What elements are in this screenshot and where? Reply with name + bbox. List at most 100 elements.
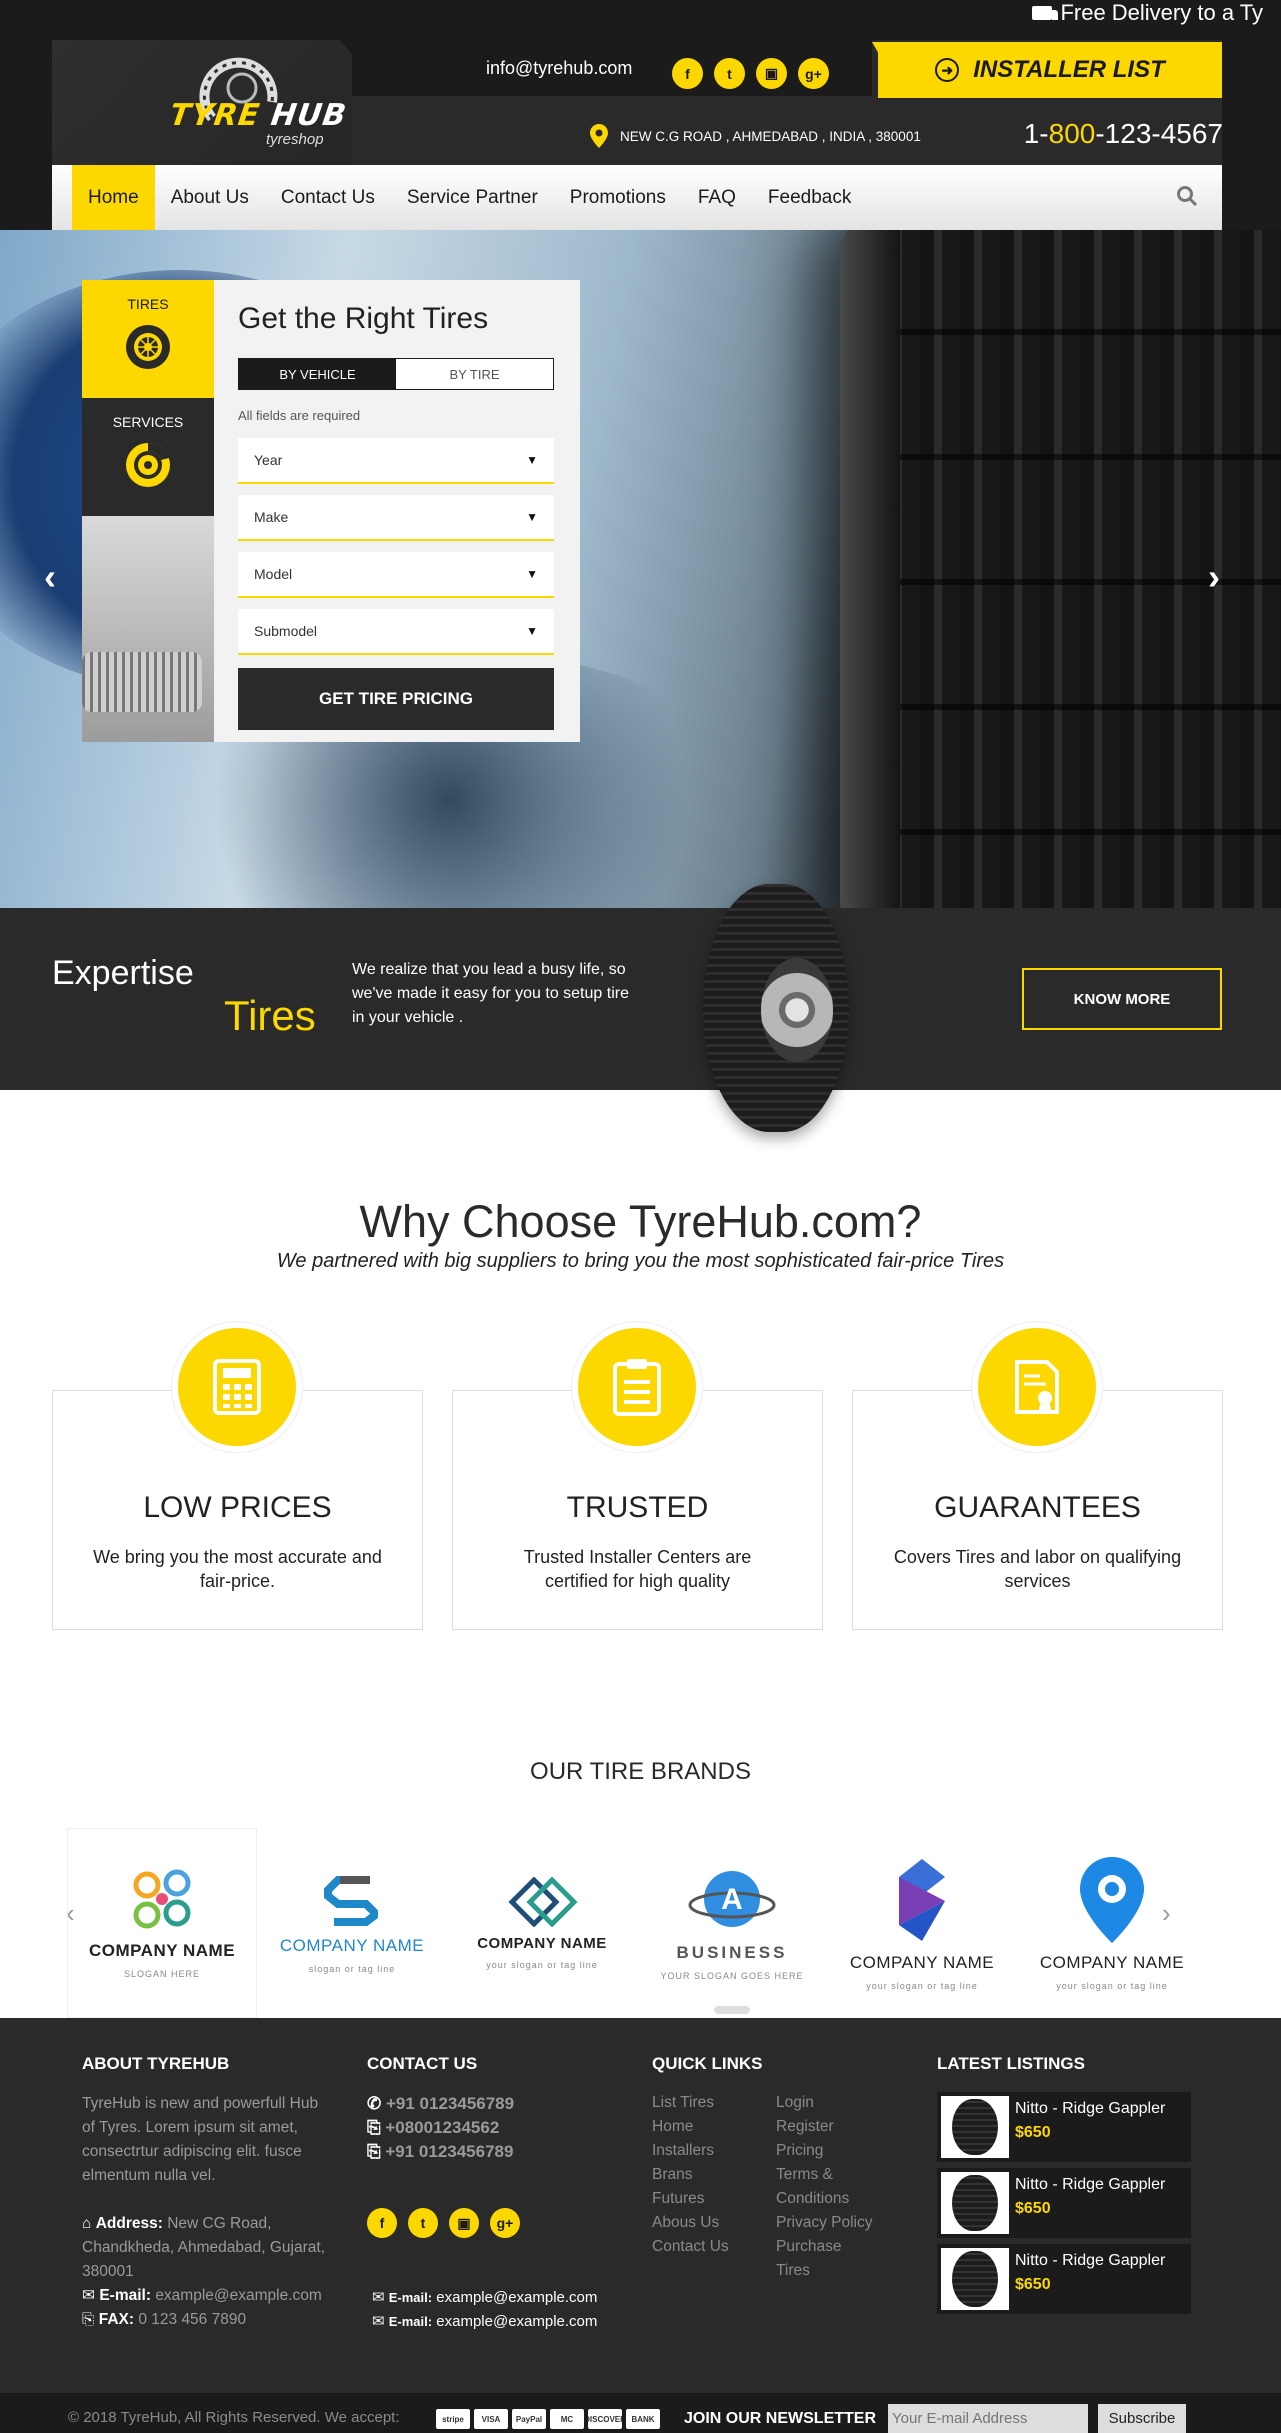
submodel-select[interactable]: Submodel ▼ (238, 609, 554, 655)
header-phone[interactable]: 1-800-123-4567 (1024, 118, 1223, 150)
year-select[interactable]: Year ▼ (238, 438, 554, 484)
footer-about-text: TyreHub is new and powerfull Hub of Tyre… (82, 2095, 319, 2184)
footer-phone[interactable]: ✆ +91 0123456789 (367, 2094, 514, 2114)
nav-item-service-partner[interactable]: Service Partner (391, 165, 554, 230)
footer-phone[interactable]: ⎘ +91 0123456789 (367, 2142, 513, 2162)
nav-item-promotions[interactable]: Promotions (554, 165, 682, 230)
footer-link-contact-us[interactable]: Contact Us (652, 2238, 729, 2256)
know-more-button[interactable]: KNOW MORE (1022, 968, 1222, 1030)
footer-social-links: f t ▣ g+ (367, 2208, 520, 2238)
get-tire-pricing-button[interactable]: GET TIRE PRICING (238, 668, 554, 730)
bank-card-icon: BANK (626, 2409, 660, 2429)
model-select-value: Model (254, 566, 293, 582)
instagram-icon[interactable]: ▣ (756, 58, 787, 89)
nav-item-contact-us[interactable]: Contact Us (265, 165, 391, 230)
tab-tires[interactable]: TIRES (82, 280, 214, 398)
brand-slogan: slogan or tag line (308, 1964, 396, 1974)
phone-icon: ✆ (367, 2094, 382, 2113)
footer-link-tires[interactable]: Tires (776, 2262, 810, 2280)
fax-icon: ⎘ (82, 2311, 95, 2328)
svg-text:A: A (721, 1883, 743, 1916)
header-email[interactable]: info@tyrehub.com (486, 58, 632, 79)
footer-link-privacy-policy[interactable]: Privacy Policy (776, 2214, 872, 2232)
main-nav: Home About Us Contact Us Service Partner… (52, 165, 1222, 230)
brand-logo[interactable]: COMPANY NAME slogan or tag line (257, 1828, 447, 2018)
slider-prev-icon[interactable]: ‹ (44, 556, 56, 598)
nav-item-home[interactable]: Home (72, 165, 155, 230)
newsletter-email-input[interactable] (888, 2404, 1088, 2433)
listing-item[interactable]: Nitto - Ridge Gappler $650 (937, 2244, 1191, 2314)
footer-link-about-us[interactable]: Abous Us (652, 2214, 719, 2232)
nav-item-about-us[interactable]: About Us (155, 165, 265, 230)
footer-link-login[interactable]: Login (776, 2094, 814, 2112)
footer-phone[interactable]: ⎘ +08001234562 (367, 2118, 499, 2138)
footer-links-title: QUICK LINKS (652, 2054, 763, 2073)
google-plus-icon[interactable]: g+ (490, 2208, 520, 2238)
footer-link-futures[interactable]: Futures (652, 2190, 705, 2208)
nav-items: Home About Us Contact Us Service Partner… (72, 165, 867, 230)
footer-link-brands[interactable]: Brans (652, 2166, 693, 2184)
feature-text: Covers Tires and labor on qualifying ser… (893, 1547, 1182, 1591)
email-label: E-mail: (388, 2290, 433, 2305)
tire-icon (126, 325, 170, 369)
footer-link-register[interactable]: Register (776, 2118, 834, 2136)
brand-logo[interactable]: COMPANY NAME your slogan or tag line (827, 1828, 1017, 2018)
listing-item[interactable]: Nitto - Ridge Gappler $650 (937, 2168, 1191, 2238)
footer-link-pricing[interactable]: Pricing (776, 2142, 823, 2160)
address-label: Address: (95, 2215, 163, 2232)
footer-link-purchase[interactable]: Purchase (776, 2238, 841, 2256)
nav-item-feedback[interactable]: Feedback (752, 165, 867, 230)
brand-logo[interactable]: A BUSINESS YOUR SLOGAN GOES HERE (637, 1828, 827, 2018)
model-select[interactable]: Model ▼ (238, 552, 554, 598)
tyre-image (952, 2175, 998, 2231)
feature-title: TRUSTED (566, 1491, 709, 1524)
make-select[interactable]: Make ▼ (238, 495, 554, 541)
expertise-text: We realize that you lead a busy life, so… (352, 961, 629, 1026)
certificate-icon (972, 1322, 1102, 1452)
paypal-card-icon: PayPal (512, 2409, 546, 2429)
brand-molecule-icon (133, 1869, 191, 1929)
slider-next-icon[interactable]: › (1208, 556, 1220, 598)
footer-contact-email[interactable]: ✉ E-mail: example@example.com (372, 2288, 597, 2306)
subscribe-button[interactable]: Subscribe (1098, 2404, 1186, 2433)
envelope-icon: ✉ (82, 2287, 95, 2304)
expertise-title: Expertise (52, 954, 194, 992)
feature-text: Trusted Installer Centers are certified … (523, 1547, 752, 1591)
footer-link-conditions[interactable]: Conditions (776, 2190, 849, 2208)
email-value[interactable]: example@example.com (155, 2287, 322, 2304)
facebook-icon[interactable]: f (367, 2208, 397, 2238)
footer-link-home[interactable]: Home (652, 2118, 693, 2136)
chevron-down-icon: ▼ (526, 624, 538, 638)
search-icon[interactable] (1176, 185, 1198, 207)
expertise-title-highlight: Tires (224, 992, 316, 1039)
footer-link-installers[interactable]: Installers (652, 2142, 714, 2160)
brands-pagination[interactable] (714, 2006, 750, 2014)
instagram-icon[interactable]: ▣ (449, 2208, 479, 2238)
twitter-icon[interactable]: t (408, 2208, 438, 2238)
by-tire-tab[interactable]: BY TIRE (396, 359, 553, 389)
by-vehicle-tab[interactable]: BY VEHICLE (239, 359, 396, 389)
why-title: Why Choose TyreHub.com? (359, 1196, 922, 1247)
nav-item-faq[interactable]: FAQ (682, 165, 752, 230)
installer-list-button[interactable]: ➜ INSTALLER LIST (878, 42, 1222, 98)
tab-services[interactable]: SERVICES (82, 398, 214, 516)
facebook-icon[interactable]: f (672, 58, 703, 89)
tire-finder-form: Get the Right Tires BY VEHICLE BY TIRE A… (214, 280, 580, 742)
logo[interactable]: TYRE HUB tyreshop (52, 40, 352, 165)
twitter-icon[interactable]: t (714, 58, 745, 89)
footer-link-list-tires[interactable]: List Tires (652, 2094, 714, 2112)
footer-contact-email[interactable]: ✉ E-mail: example@example.com (372, 2312, 597, 2330)
delivery-text: Free Delivery to a Ty (1060, 0, 1263, 25)
brand-logo[interactable]: COMPANY NAME SLOGAN HERE (67, 1828, 257, 2018)
discover-card-icon: DISCOVER (588, 2409, 622, 2429)
phone-number: +91 0123456789 (385, 2094, 515, 2113)
footer-fax: ⎘ FAX: 0 123 456 7890 (82, 2308, 332, 2332)
google-plus-icon[interactable]: g+ (798, 58, 829, 89)
footer-link-terms[interactable]: Terms & (776, 2166, 833, 2184)
brand-name: COMPANY NAME (1039, 1953, 1185, 1972)
listing-item[interactable]: Nitto - Ridge Gappler $650 (937, 2092, 1191, 2162)
brand-logo[interactable]: COMPANY NAME your slogan or tag line (447, 1828, 637, 2018)
car-image (82, 516, 214, 742)
footer-contact-title: CONTACT US (367, 2054, 478, 2073)
brand-logo[interactable]: COMPANY NAME your slogan or tag line (1017, 1828, 1207, 2018)
